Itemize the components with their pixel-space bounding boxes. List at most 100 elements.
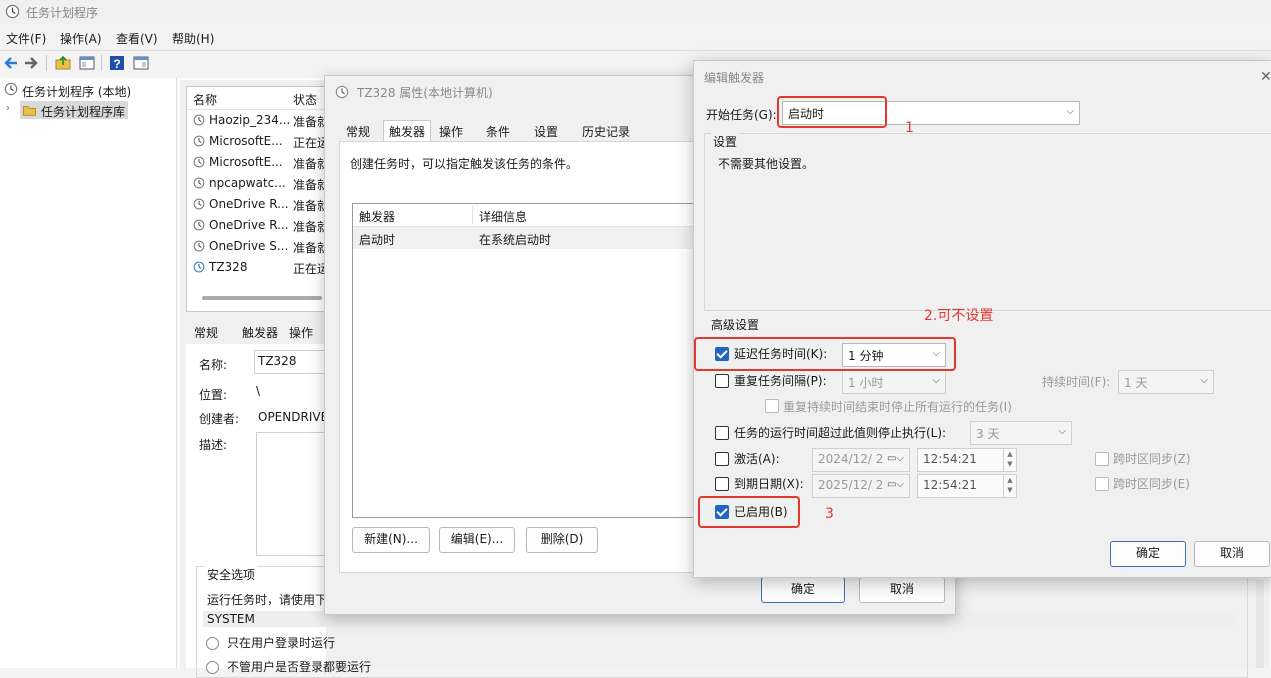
- annotation-3: 3: [825, 506, 834, 522]
- stop-long-select[interactable]: 3 天 ⌵: [970, 421, 1072, 445]
- begin-task-label: 开始任务(G):: [706, 108, 777, 122]
- properties-title: TZ328 属性(本地计算机): [357, 86, 493, 100]
- tree-library[interactable]: 任务计划程序库: [41, 103, 125, 120]
- activate-time[interactable]: 12:54:21 ▲ ▼: [917, 448, 1017, 472]
- begin-task-select[interactable]: 启动时 ⌵: [782, 101, 1080, 125]
- clock-icon: [5, 4, 20, 19]
- column-trigger[interactable]: 触发器: [359, 208, 395, 225]
- clock-icon: [335, 85, 349, 99]
- delay-checkbox[interactable]: [715, 347, 729, 361]
- delete-button[interactable]: 删除(D): [526, 527, 598, 553]
- back-arrow-icon[interactable]: [2, 54, 20, 72]
- task-list-header: 名称 状态: [187, 87, 327, 110]
- description-label: 描述:: [199, 438, 228, 452]
- tab-general[interactable]: 常规: [194, 324, 218, 341]
- delay-select[interactable]: 1 分钟 ⌵: [842, 343, 946, 367]
- table-row[interactable]: TZ328 正在运: [187, 257, 327, 278]
- radio-logon[interactable]: [206, 637, 219, 650]
- chevron-down-icon: ⌵: [1200, 375, 1208, 386]
- delay-label: 延迟任务时间(K):: [734, 347, 828, 361]
- tab-history[interactable]: 历史记录: [578, 120, 634, 143]
- author-label: 创建者:: [199, 412, 240, 426]
- help-icon[interactable]: ?: [108, 54, 126, 72]
- location-value: \: [256, 384, 261, 398]
- duration-label: 持续时间(F):: [1042, 375, 1111, 389]
- author-value: OPENDRIVE: [258, 410, 329, 424]
- ok-button[interactable]: 确定: [761, 577, 845, 603]
- forward-arrow-icon[interactable]: [22, 54, 40, 72]
- expire-date[interactable]: 2025/12/ 2 ▭⌵: [812, 474, 910, 498]
- vertical-scrollbar[interactable]: [1256, 580, 1264, 668]
- detail-tabs: 常规 触发器 操作: [186, 320, 326, 342]
- duration-select[interactable]: 1 天 ⌵: [1118, 370, 1214, 394]
- security-text: 运行任务时，请使用下: [207, 593, 328, 607]
- menu-help[interactable]: 帮助(H): [172, 30, 214, 47]
- chevron-right-icon[interactable]: ›: [6, 103, 10, 114]
- cancel-button[interactable]: 取消: [859, 577, 945, 603]
- stop-all-label: 重复持续时间结束时停止所有运行的任务(I): [783, 400, 1012, 414]
- folder-up-icon[interactable]: [54, 54, 72, 72]
- expire-time[interactable]: 12:54:21 ▲ ▼: [917, 474, 1017, 498]
- table-row[interactable]: MicrosoftE... 准备就: [187, 152, 327, 173]
- activate-label: 激活(A):: [734, 452, 780, 466]
- menu-action[interactable]: 操作(A): [60, 30, 102, 47]
- stop-all-checkbox[interactable]: [765, 399, 779, 413]
- table-row[interactable]: OneDrive S... 准备就: [187, 236, 327, 257]
- tab-actions[interactable]: 操作: [289, 324, 313, 341]
- clock-icon: [193, 177, 205, 189]
- tab-triggers[interactable]: 触发器: [242, 324, 278, 341]
- activate-date[interactable]: 2024/12/ 2 ▭⌵: [812, 448, 910, 472]
- table-row[interactable]: MicrosoftE... 正在运: [187, 131, 327, 152]
- name-field[interactable]: TZ328: [254, 350, 328, 374]
- security-title: 安全选项: [205, 566, 258, 583]
- column-detail[interactable]: 详细信息: [479, 208, 527, 225]
- enabled-checkbox[interactable]: [715, 505, 729, 519]
- close-icon[interactable]: ✕: [1260, 69, 1271, 85]
- new-button[interactable]: 新建(N)...: [352, 527, 430, 553]
- tab-triggers[interactable]: 触发器: [383, 120, 432, 143]
- table-row[interactable]: OneDrive R... 准备就: [187, 194, 327, 215]
- tab-conditions[interactable]: 条件: [482, 120, 514, 143]
- folder-icon: [22, 106, 37, 116]
- table-row[interactable]: OneDrive R... 准备就: [187, 215, 327, 236]
- activate-checkbox[interactable]: [715, 452, 729, 466]
- title-bar: 任务计划程序: [0, 0, 1271, 24]
- spinner-icon[interactable]: ▲ ▼: [1003, 475, 1016, 497]
- tab-general[interactable]: 常规: [342, 120, 374, 143]
- tab-settings[interactable]: 设置: [530, 120, 562, 143]
- clock-icon: [193, 198, 205, 210]
- clock-icon: [193, 114, 205, 126]
- repeat-select[interactable]: 1 小时 ⌵: [842, 370, 946, 394]
- location-label: 位置:: [199, 388, 228, 402]
- cancel-button[interactable]: 取消: [1194, 541, 1270, 567]
- edit-button[interactable]: 编辑(E)...: [439, 527, 515, 553]
- edit-trigger-title: 编辑触发器: [704, 71, 765, 85]
- column-status[interactable]: 状态: [293, 91, 317, 108]
- settings-group-title: 设置: [711, 133, 740, 150]
- calendar-icon: ▭⌵: [886, 479, 904, 490]
- tree-root[interactable]: 任务计划程序 (本地): [22, 83, 131, 100]
- name-label: 名称:: [199, 358, 228, 372]
- ok-button[interactable]: 确定: [1110, 541, 1186, 567]
- action-pane-icon[interactable]: [132, 54, 150, 72]
- sync-tz-activate-checkbox[interactable]: [1095, 452, 1109, 466]
- spinner-icon[interactable]: ▲ ▼: [1003, 449, 1016, 471]
- expire-checkbox[interactable]: [715, 477, 729, 491]
- table-row[interactable]: npcapwatc... 准备就: [187, 173, 327, 194]
- sync-tz-expire-checkbox[interactable]: [1095, 477, 1109, 491]
- annotation-1: 1: [905, 120, 914, 136]
- column-name[interactable]: 名称: [193, 91, 217, 108]
- description-field[interactable]: [256, 432, 328, 556]
- menu-view[interactable]: 查看(V): [116, 30, 158, 47]
- clock-icon: [4, 82, 18, 96]
- triggers-hint: 创建任务时，可以指定触发该任务的条件。: [350, 157, 579, 171]
- stop-long-checkbox[interactable]: [715, 426, 729, 440]
- repeat-checkbox[interactable]: [715, 374, 729, 388]
- enabled-label: 已启用(B): [734, 505, 788, 519]
- stop-long-label: 任务的运行时间超过此值则停止执行(L):: [734, 426, 947, 440]
- show-pane-icon[interactable]: [78, 54, 96, 72]
- horizontal-scrollbar[interactable]: [202, 296, 322, 300]
- table-row[interactable]: Haozip_234... 准备就: [187, 110, 327, 131]
- menu-file[interactable]: 文件(F): [6, 30, 46, 47]
- tab-actions[interactable]: 操作: [435, 120, 467, 143]
